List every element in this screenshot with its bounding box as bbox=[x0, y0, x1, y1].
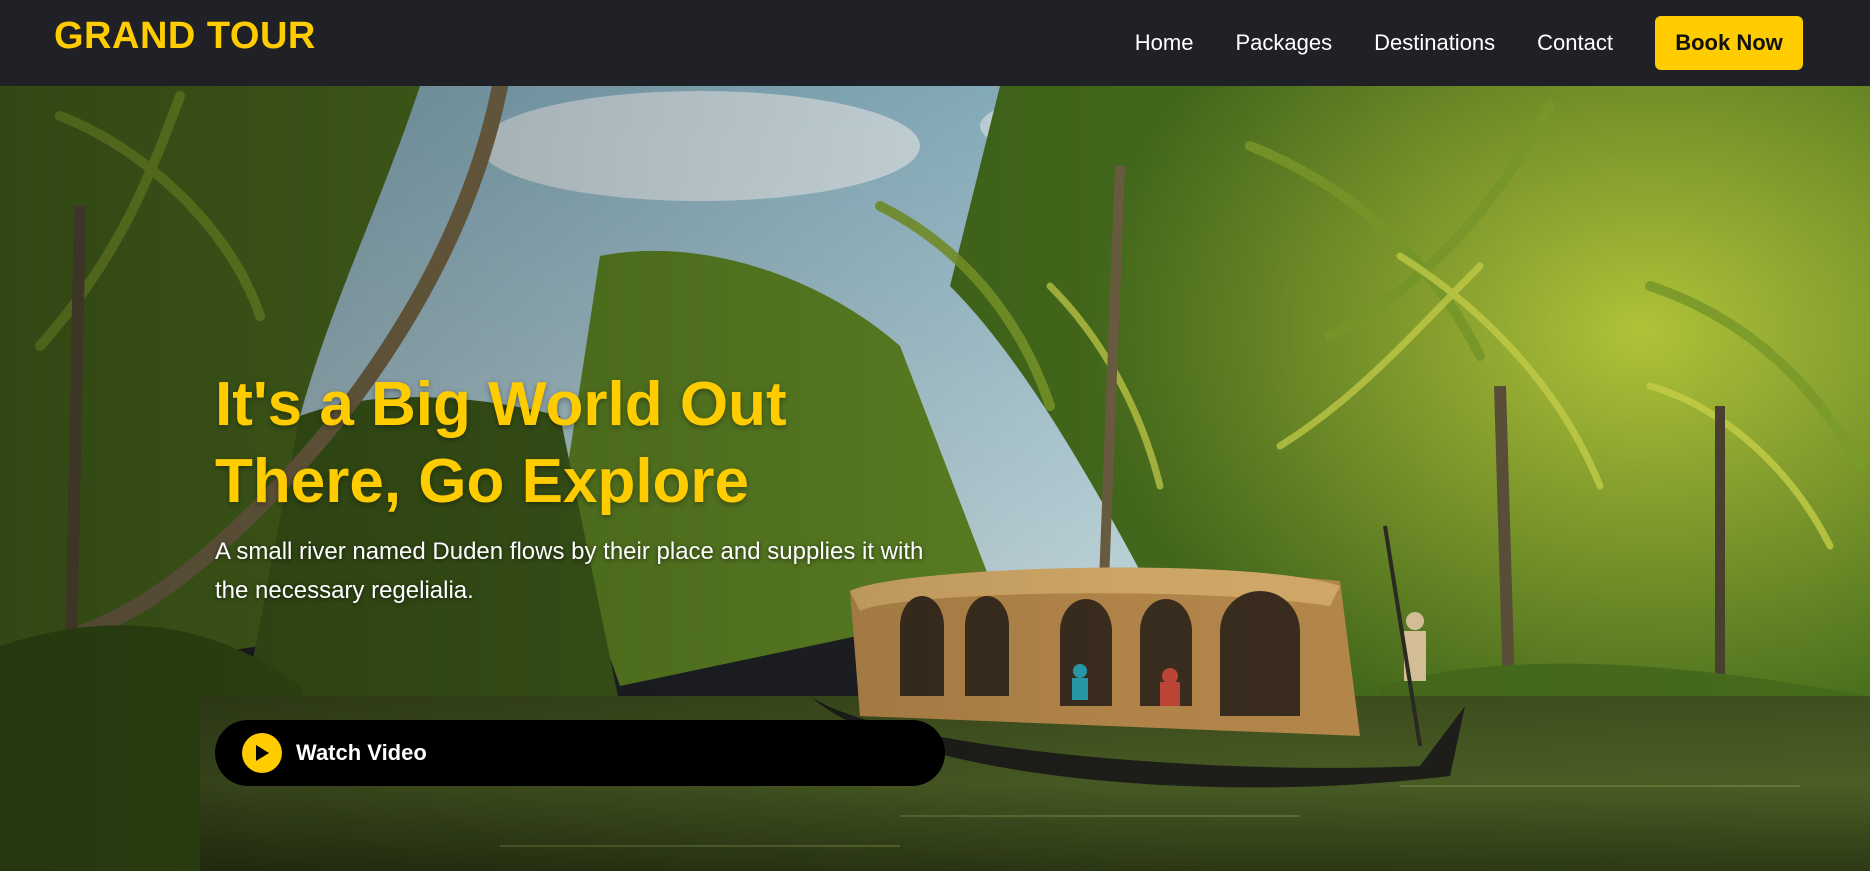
nav-link-destinations[interactable]: Destinations bbox=[1374, 30, 1495, 56]
watch-video-button[interactable]: Watch Video bbox=[215, 720, 945, 786]
hero-title-line-1: It's a Big World Out bbox=[215, 370, 787, 439]
hero-title-line-2: There, Go Explore bbox=[215, 447, 750, 516]
top-navbar: GRAND TOUR Home Packages Destinations Co… bbox=[0, 0, 1870, 86]
nav-link-contact[interactable]: Contact bbox=[1537, 30, 1613, 56]
hero-content: It's a Big World Out There, Go Explore A… bbox=[215, 366, 945, 786]
main-nav: Home Packages Destinations Contact Book … bbox=[1135, 0, 1870, 86]
hero-subtitle: A small river named Duden flows by their… bbox=[215, 538, 924, 604]
play-icon[interactable] bbox=[242, 733, 282, 773]
watch-video-label: Watch Video bbox=[296, 740, 427, 765]
brand-logo[interactable]: GRAND TOUR bbox=[54, 15, 316, 58]
hero-title: It's a Big World Out There, Go Explore bbox=[215, 366, 945, 520]
book-now-button[interactable]: Book Now bbox=[1655, 16, 1803, 70]
hero-section: It's a Big World Out There, Go Explore A… bbox=[0, 86, 1870, 871]
nav-link-packages[interactable]: Packages bbox=[1235, 30, 1332, 56]
nav-link-home[interactable]: Home bbox=[1135, 30, 1194, 56]
